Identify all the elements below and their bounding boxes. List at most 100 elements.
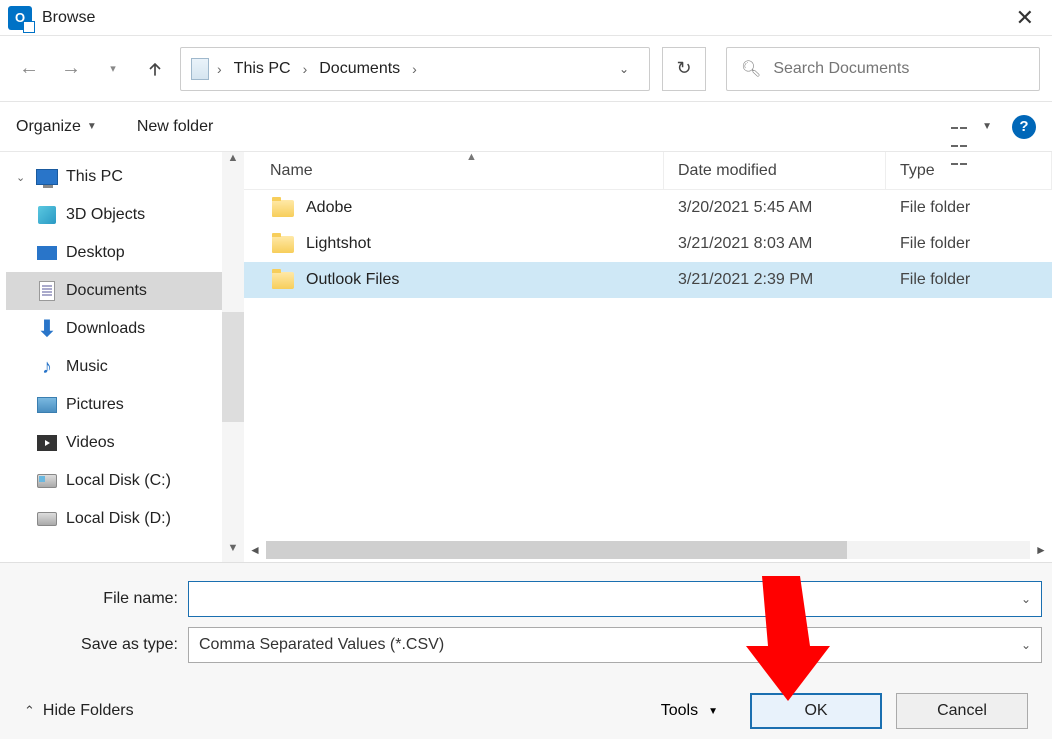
chevron-right-icon: › bbox=[303, 61, 308, 77]
3d-objects-icon bbox=[38, 206, 56, 224]
view-icon bbox=[950, 117, 976, 137]
collapse-icon[interactable]: ▲ bbox=[466, 151, 477, 163]
file-row[interactable]: Outlook Files 3/21/2021 2:39 PM File fol… bbox=[244, 262, 1052, 298]
breadcrumb-dropdown-icon[interactable]: ⌄ bbox=[609, 62, 639, 76]
chevron-down-icon[interactable]: ⌄ bbox=[1021, 592, 1031, 606]
tree-local-disk-d[interactable]: Local Disk (D:) bbox=[6, 500, 244, 538]
breadcrumb-current[interactable]: Documents bbox=[315, 58, 404, 80]
videos-icon bbox=[37, 435, 57, 451]
scroll-right-icon[interactable]: ► bbox=[1030, 543, 1052, 557]
up-button[interactable] bbox=[138, 52, 172, 86]
saveas-row: Save as type: Comma Separated Values (*.… bbox=[10, 627, 1042, 663]
organize-label: Organize bbox=[16, 118, 81, 136]
column-date[interactable]: Date modified bbox=[664, 152, 886, 189]
hide-folders-label: Hide Folders bbox=[43, 702, 134, 720]
command-bar: Organize ▼ New folder ▼ ? bbox=[0, 102, 1052, 152]
tree-label: Videos bbox=[66, 434, 115, 452]
file-type: File folder bbox=[886, 235, 970, 253]
scroll-up-icon[interactable]: ▲ bbox=[222, 152, 244, 172]
scroll-left-icon[interactable]: ◄ bbox=[244, 543, 266, 557]
tree-music[interactable]: ♪ Music bbox=[6, 348, 244, 386]
cancel-button[interactable]: Cancel bbox=[896, 693, 1028, 729]
downloads-icon: ⬇ bbox=[38, 316, 56, 342]
chevron-right-icon: › bbox=[217, 61, 222, 77]
scroll-down-icon[interactable]: ▼ bbox=[222, 542, 244, 562]
file-date: 3/20/2021 5:45 AM bbox=[664, 199, 886, 217]
tree-label: Local Disk (D:) bbox=[66, 510, 171, 528]
file-row[interactable]: Lightshot 3/21/2021 8:03 AM File folder bbox=[244, 226, 1052, 262]
scroll-thumb[interactable] bbox=[266, 541, 847, 559]
documents-icon bbox=[39, 281, 55, 301]
music-icon: ♪ bbox=[42, 356, 52, 379]
outlook-icon: O bbox=[8, 6, 32, 30]
filename-input[interactable]: ⌄ bbox=[188, 581, 1042, 617]
search-input[interactable] bbox=[773, 60, 1025, 78]
this-pc-icon bbox=[36, 169, 58, 185]
chevron-down-icon: ▼ bbox=[982, 121, 992, 132]
tree-local-disk-c[interactable]: Local Disk (C:) bbox=[6, 462, 244, 500]
tree-documents[interactable]: Documents bbox=[6, 272, 244, 310]
file-name: Adobe bbox=[306, 199, 352, 217]
breadcrumb-root[interactable]: This PC bbox=[230, 58, 295, 80]
file-name: Lightshot bbox=[306, 235, 371, 253]
file-date: 3/21/2021 2:39 PM bbox=[664, 271, 886, 289]
forward-button[interactable]: → bbox=[54, 52, 88, 86]
tree-label: Music bbox=[66, 358, 108, 376]
tree-downloads[interactable]: ⬇ Downloads bbox=[6, 310, 244, 348]
recent-dropdown-icon[interactable]: ▾ bbox=[96, 52, 130, 86]
refresh-button[interactable]: ↻ bbox=[662, 47, 706, 91]
window-title: Browse bbox=[42, 9, 95, 27]
tools-label: Tools bbox=[661, 702, 698, 720]
save-form: File name: ⌄ Save as type: Comma Separat… bbox=[0, 562, 1052, 739]
chevron-down-icon[interactable]: ⌄ bbox=[1021, 638, 1031, 652]
hide-folders-button[interactable]: ⌃ Hide Folders bbox=[24, 702, 134, 720]
help-button[interactable]: ? bbox=[1012, 115, 1036, 139]
tools-button[interactable]: Tools ▼ bbox=[661, 702, 718, 720]
column-name[interactable]: Name bbox=[244, 152, 664, 189]
file-type: File folder bbox=[886, 199, 970, 217]
tree-pictures[interactable]: Pictures bbox=[6, 386, 244, 424]
folder-icon bbox=[272, 200, 294, 217]
organize-button[interactable]: Organize ▼ bbox=[16, 118, 97, 136]
chevron-up-icon: ⌃ bbox=[24, 703, 35, 719]
filename-label: File name: bbox=[10, 590, 188, 608]
new-folder-button[interactable]: New folder bbox=[137, 118, 213, 136]
tree-videos[interactable]: Videos bbox=[6, 424, 244, 462]
tree-label: 3D Objects bbox=[66, 206, 145, 224]
tree-label: Pictures bbox=[66, 396, 124, 414]
tree-scrollbar[interactable]: ▲ ▼ bbox=[222, 152, 244, 562]
search-box[interactable]: 🔍︎ bbox=[726, 47, 1040, 91]
nav-bar: ← → ▾ › This PC › Documents › ⌄ ↻ 🔍︎ bbox=[0, 36, 1052, 102]
column-type[interactable]: Type bbox=[886, 152, 1052, 189]
location-icon bbox=[191, 58, 209, 80]
tree-desktop[interactable]: Desktop bbox=[6, 234, 244, 272]
tree-label: Documents bbox=[66, 282, 147, 300]
desktop-icon bbox=[37, 246, 57, 260]
view-options-button[interactable]: ▼ bbox=[950, 117, 992, 137]
file-type: File folder bbox=[886, 271, 970, 289]
chevron-down-icon: ▼ bbox=[87, 121, 97, 132]
file-name: Outlook Files bbox=[306, 271, 399, 289]
tree-this-pc[interactable]: ⌄ This PC bbox=[6, 158, 244, 196]
file-header: Name Date modified Type bbox=[244, 152, 1052, 190]
back-button[interactable]: ← bbox=[12, 52, 46, 86]
saveas-value: Comma Separated Values (*.CSV) bbox=[199, 636, 444, 654]
ok-button[interactable]: OK bbox=[750, 693, 882, 729]
saveas-select[interactable]: Comma Separated Values (*.CSV) ⌄ bbox=[188, 627, 1042, 663]
tree-3d-objects[interactable]: 3D Objects bbox=[6, 196, 244, 234]
close-icon[interactable]: ✕ bbox=[1006, 5, 1044, 31]
scroll-thumb[interactable] bbox=[222, 312, 244, 422]
tree-label: Downloads bbox=[66, 320, 145, 338]
new-folder-label: New folder bbox=[137, 118, 213, 136]
breadcrumb[interactable]: › This PC › Documents › ⌄ bbox=[180, 47, 650, 91]
chevron-down-icon: ▼ bbox=[708, 706, 718, 717]
chevron-right-icon: › bbox=[412, 61, 417, 77]
search-icon: 🔍︎ bbox=[741, 59, 761, 79]
filename-row: File name: ⌄ bbox=[10, 581, 1042, 617]
folder-icon bbox=[272, 236, 294, 253]
title-bar: O Browse ✕ bbox=[0, 0, 1052, 36]
footer: ⌃ Hide Folders Tools ▼ OK Cancel bbox=[10, 673, 1042, 739]
horizontal-scrollbar[interactable]: ◄ ► bbox=[244, 538, 1052, 562]
disk-icon bbox=[37, 474, 57, 488]
file-row[interactable]: Adobe 3/20/2021 5:45 AM File folder bbox=[244, 190, 1052, 226]
